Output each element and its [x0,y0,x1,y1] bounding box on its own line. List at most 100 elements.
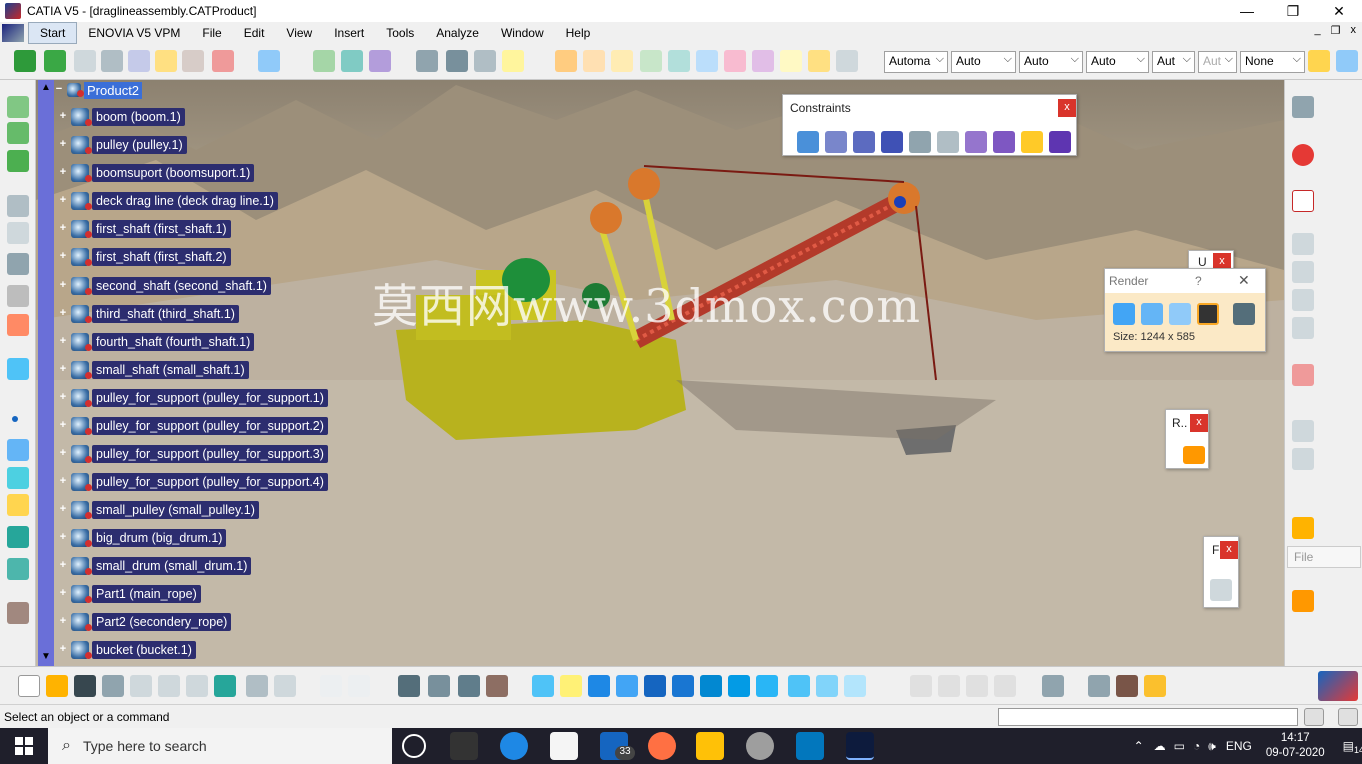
measure-between-icon[interactable] [1088,675,1110,697]
expand-icon[interactable]: + [58,139,68,150]
tree-item-label[interactable]: bucket (bucket.1) [92,641,196,659]
open-folder-icon[interactable] [46,675,68,697]
fast-multi-instantiation-icon[interactable] [474,50,496,72]
clash-icon[interactable] [212,50,234,72]
catia-logo-icon[interactable] [2,24,24,42]
tree-item-label[interactable]: second_shaft (second_shaft.1) [92,277,271,295]
windows-start-icon[interactable] [0,728,48,764]
tree-item-label[interactable]: deck drag line (deck drag line.1) [92,192,278,210]
inertia-icon[interactable] [1144,675,1166,697]
stop-icon[interactable] [1292,144,1314,166]
clash-analysis-icon[interactable] [724,50,746,72]
compass-move-icon[interactable] [14,50,36,72]
update-icon[interactable] [555,50,577,72]
tool-1-icon[interactable] [1292,233,1314,255]
tree-item-label[interactable]: Part1 (main_rope) [92,585,201,603]
menu-tools[interactable]: Tools [375,22,425,44]
cortana-icon[interactable] [402,734,426,758]
tool-3-icon[interactable] [1292,289,1314,311]
constraints-close-button[interactable]: x [1058,99,1076,117]
tree-item-label[interactable]: first_shaft (first_shaft.2) [92,248,231,266]
painter-icon[interactable] [1308,50,1330,72]
knowledge-tool-icon[interactable] [486,675,508,697]
command-input[interactable] [998,708,1298,726]
expand-icon[interactable]: + [58,560,68,571]
measure-left-icon[interactable] [7,494,29,516]
new-part-icon[interactable] [7,150,29,172]
constraint-icon[interactable] [7,195,29,217]
r-toolbar-close-button[interactable]: x [1190,414,1208,432]
expand-icon[interactable]: + [58,280,68,291]
zoom-out-icon[interactable] [672,675,694,697]
properties-icon[interactable] [1336,50,1358,72]
pcs-icon[interactable] [1292,190,1314,212]
expand-icon[interactable]: + [58,504,68,515]
render-turntable-icon[interactable] [1183,446,1205,464]
command-stop-icon[interactable] [1338,708,1358,726]
menu-analyze[interactable]: Analyze [425,22,490,44]
existing-component-icon[interactable] [369,50,391,72]
pan-icon[interactable] [588,675,610,697]
scene-icon[interactable] [182,50,204,72]
rotate-icon[interactable] [616,675,638,697]
bill-of-material-icon[interactable] [155,50,177,72]
swap-visible-icon[interactable] [844,675,866,697]
zoom-in-icon[interactable] [644,675,666,697]
expand-icon[interactable]: + [58,588,68,599]
catalog-browser-icon[interactable] [458,675,480,697]
layer-filter-combo[interactable]: None [1240,51,1305,73]
tree-item-label[interactable]: small_shaft (small_shaft.1) [92,361,249,379]
curve-icon[interactable] [7,467,29,489]
tree-item-label[interactable]: boom (boom.1) [92,108,185,126]
scroll-up-icon[interactable]: ▲ [40,82,52,94]
annotation-icon[interactable] [836,50,858,72]
tool-a-icon[interactable] [910,675,932,697]
line-type-combo[interactable]: Auto [1086,51,1149,73]
task-view-icon[interactable] [450,732,478,760]
close-button[interactable]: ✕ [1316,0,1362,22]
tree-item-label[interactable]: small_pulley (small_pulley.1) [92,501,259,519]
select-arrow-icon[interactable] [1292,590,1314,612]
measure-item-icon[interactable] [1116,675,1138,697]
render-save-icon[interactable] [1233,303,1255,325]
doc-restore-button[interactable]: ❐ [1331,24,1341,37]
expand-icon[interactable]: + [58,111,68,122]
coincidence-icon[interactable] [797,131,819,153]
photos-icon[interactable] [796,732,824,760]
cloud-icon[interactable]: ☁ [1154,739,1166,753]
menu-start[interactable]: Start [28,22,78,44]
expand-icon[interactable]: + [58,644,68,655]
tool-6-icon[interactable] [1292,448,1314,470]
expand-icon[interactable]: − [54,84,64,95]
tool-2-icon[interactable] [1292,261,1314,283]
tree-item[interactable]: + big_drum (big_drum.1) [58,528,227,548]
expand-icon[interactable]: + [58,223,68,234]
tree-item[interactable]: + pulley_for_support (pulley_for_support.… [58,472,328,492]
point-style-combo[interactable]: Aut [1198,51,1237,73]
tree-item[interactable]: + Part2 (secondery_rope) [58,612,232,632]
new-component-icon[interactable] [313,50,335,72]
tree-item-label[interactable]: boomsuport (boomsuport.1) [92,164,255,182]
point-icon[interactable] [12,416,18,422]
tree-item[interactable]: + boom (boom.1) [58,107,185,127]
distance-icon[interactable] [752,50,774,72]
tree-item-label[interactable]: fourth_shaft (fourth_shaft.1) [92,333,255,351]
paste-icon[interactable] [186,675,208,697]
tree-root-label[interactable]: Product2 [84,81,143,99]
tree-item[interactable]: + fourth_shaft (fourth_shaft.1) [58,332,255,352]
mass-props-icon[interactable] [611,50,633,72]
notification-icon[interactable]: ▤ 14 [1343,739,1362,755]
doc-minimize-button[interactable]: _ [1315,24,1321,37]
tree-item[interactable]: + Part1 (main_rope) [58,584,201,604]
tree-root[interactable]: − Product2 [54,80,143,100]
measure-icon[interactable] [583,50,605,72]
publish-icon[interactable] [640,50,662,72]
menu-help[interactable]: Help [555,22,602,44]
contact-icon[interactable] [825,131,847,153]
print-icon[interactable] [102,675,124,697]
render-camera-icon[interactable] [1197,303,1219,325]
tree-item-label[interactable]: pulley (pulley.1) [92,136,187,154]
quick-constraint-icon[interactable] [965,131,987,153]
folder-icon[interactable] [1292,517,1314,539]
menu-enovia[interactable]: ENOVIA V5 VPM [77,22,191,44]
